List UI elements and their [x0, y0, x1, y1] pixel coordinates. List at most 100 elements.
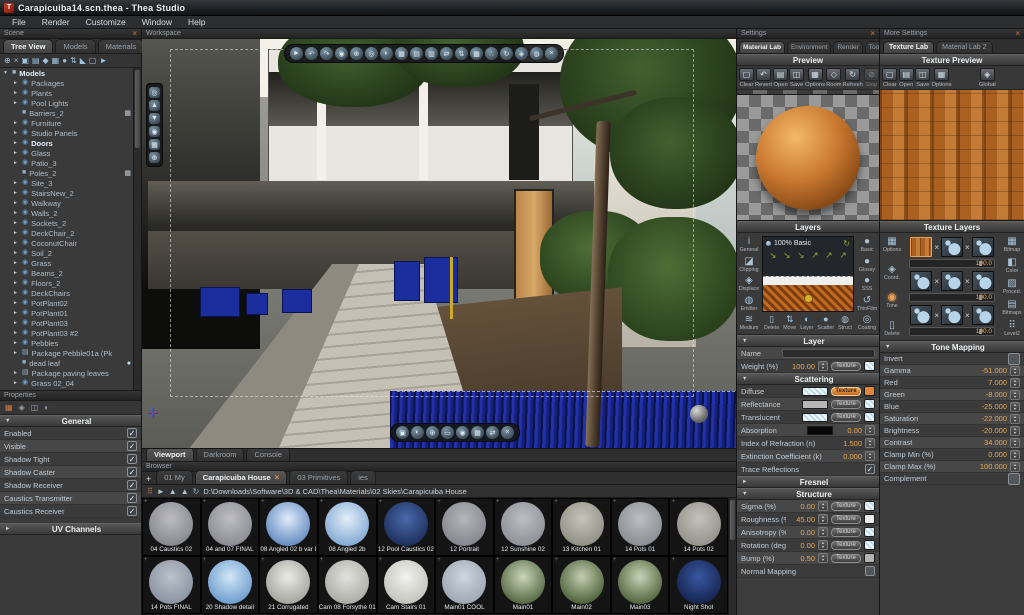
translucent-texture-chip[interactable] — [864, 412, 875, 422]
spinner[interactable]: ▴▾ — [1010, 390, 1020, 400]
tree-item[interactable]: ▼ ■ Models — [0, 68, 133, 78]
expand-arrow-icon[interactable]: ► — [13, 150, 19, 156]
tree-item[interactable]: ► ◉ Plants — [0, 88, 133, 98]
expand-arrow-icon[interactable]: ► — [13, 130, 19, 136]
expand-arrow-icon[interactable]: ► — [13, 230, 19, 236]
viewport-tool-icon[interactable]: ◎ — [365, 47, 378, 60]
settings-tab[interactable]: Tools — [865, 41, 880, 53]
spinner[interactable]: ▴▾ — [865, 425, 875, 435]
tree-item[interactable]: ► ◉ Furniture — [0, 118, 133, 128]
tree-item[interactable]: ► ◉ Packages — [0, 78, 133, 88]
workspace-tab[interactable]: Viewport — [146, 447, 194, 461]
settings-tab[interactable]: Render — [833, 41, 862, 53]
viewport-tool-icon[interactable]: ▩ — [470, 47, 483, 60]
tree-item[interactable]: ► ◉ Walkway — [0, 198, 133, 208]
layer-action-icon[interactable]: ◍ Struct — [838, 314, 852, 331]
checkbox[interactable]: ✓ — [127, 467, 137, 477]
checkbox[interactable]: ✓ — [865, 464, 875, 474]
spinner[interactable]: ▴▾ — [865, 451, 875, 461]
texture-type-icon[interactable]: ◧ Color — [1006, 257, 1019, 274]
scene-tool-icon[interactable]: ► — [99, 56, 107, 65]
browser-scrollbar[interactable] — [728, 498, 736, 615]
tree-item[interactable]: ► ◉ Studio Panels — [0, 128, 133, 138]
fresnel-section-header[interactable]: ► Fresnel — [737, 476, 879, 488]
tree-item[interactable]: ► ◉ Glass — [0, 148, 133, 158]
sky-thumbnail[interactable]: 12 Sunshine 02 — [494, 498, 553, 556]
path-tool-icon[interactable]: ↻ — [193, 487, 200, 496]
expand-arrow-icon[interactable]: ► — [13, 90, 19, 96]
viewport-tool-icon[interactable]: ▲ — [149, 100, 160, 111]
structure-section-header[interactable]: ▼ Structure — [737, 488, 879, 500]
preview-section-header[interactable]: Preview — [737, 54, 879, 66]
scene-tool-icon[interactable]: ◣ — [80, 56, 86, 65]
layer-component-icon[interactable]: ≋ Medium — [740, 314, 759, 331]
rotation-texture-button[interactable]: Texture — [831, 541, 861, 550]
diffuse-texture-button[interactable]: Texture — [831, 387, 861, 396]
properties-mode-icon[interactable]: ◫ — [31, 403, 39, 412]
viewport-tool-icon[interactable]: ◉ — [335, 47, 348, 60]
spinner[interactable]: ▴▾ — [1010, 438, 1020, 448]
viewport-tool-icon[interactable]: ⇅ — [455, 47, 468, 60]
texture-tool-button[interactable]: ◫ Save — [915, 68, 931, 88]
texture-slot[interactable] — [941, 305, 963, 325]
checkbox[interactable]: ✓ — [127, 506, 137, 516]
spinner[interactable]: ▴▾ — [1010, 378, 1020, 388]
layer-component-icon[interactable]: i General — [740, 236, 759, 253]
close-icon[interactable]: × — [870, 31, 875, 37]
spinner[interactable]: ▴▾ — [818, 361, 828, 371]
preview-tool-button[interactable]: ↻ Refresh — [843, 68, 863, 88]
layer-action-icon[interactable]: ● Scatter — [817, 314, 834, 331]
texture-layers-tool-icon[interactable]: ◈ Coord. — [884, 264, 900, 281]
layer-component-icon[interactable]: ◈ Displace — [739, 275, 759, 292]
sky-thumbnail[interactable]: Main01 — [494, 556, 553, 614]
spinner[interactable]: ▴▾ — [865, 438, 875, 448]
spinner[interactable]: ▴▾ — [818, 540, 828, 550]
expand-arrow-icon[interactable]: ► — [13, 340, 19, 346]
scene-tool-icon[interactable]: ▦ — [52, 56, 60, 65]
sky-thumbnail[interactable]: 14 Pots 01 — [611, 498, 670, 556]
tree-item[interactable]: ■ dead leaf ● — [0, 358, 133, 368]
sigma-texture-chip[interactable] — [864, 501, 875, 511]
tree-item[interactable]: ► ◉ Pebbles — [0, 338, 133, 348]
tree-item[interactable]: ► ◉ DeckChairs — [0, 288, 133, 298]
sky-thumbnail[interactable]: Cam 08 Forsythe 01 — [318, 556, 377, 614]
tree-item[interactable]: ► ◉ Sockets_2 — [0, 218, 133, 228]
viewport-tool-icon[interactable]: ◉ — [149, 126, 160, 137]
checkbox[interactable]: ✓ — [127, 480, 137, 490]
tree-scrollbar[interactable] — [133, 68, 141, 390]
viewport-tool-icon[interactable]: ∴ — [485, 47, 498, 60]
expand-arrow-icon[interactable]: ► — [13, 270, 19, 276]
sky-thumbnail[interactable]: Main02 — [552, 556, 611, 614]
tree-item[interactable]: ■ Barriers_2 ▦ — [0, 108, 133, 118]
workspace-tab[interactable]: Console — [246, 447, 290, 461]
scene-tab[interactable]: Models — [55, 39, 95, 53]
viewport-tool-icon[interactable]: ▤ — [410, 47, 423, 60]
texture-slot[interactable] — [972, 237, 994, 257]
viewport-tool-icon[interactable]: ◐ — [380, 47, 393, 60]
layers-section-header[interactable]: Layers — [737, 221, 879, 233]
anisotropy-texture-chip[interactable] — [864, 527, 875, 537]
tree-item[interactable]: ► ◉ PotPlant02 — [0, 298, 133, 308]
checkbox[interactable]: ✓ — [127, 428, 137, 438]
tree-item[interactable]: ► ◉ Site_3 — [0, 178, 133, 188]
settings-tab[interactable]: Material Lab — [739, 41, 785, 53]
add-tab-icon[interactable]: + — [146, 474, 151, 484]
preview-tool-button[interactable]: ◫ Save — [789, 68, 804, 88]
expand-arrow-icon[interactable]: ► — [13, 240, 19, 246]
tree-item[interactable]: ► ▤ Package paving leaves — [0, 368, 133, 378]
tree-item[interactable]: ► ◉ Floors_2 — [0, 278, 133, 288]
viewport-tool-icon[interactable]: ◎ — [149, 87, 160, 98]
menu-item[interactable]: Help — [180, 17, 213, 27]
viewport-tool-icon[interactable]: ⇄ — [440, 47, 453, 60]
texture-type-icon[interactable]: ▨ Proced. — [1003, 278, 1021, 295]
close-icon[interactable]: × — [1015, 31, 1020, 37]
texture-weight-slider[interactable]: 100.0 — [909, 327, 995, 336]
global-button[interactable]: ◈ Global — [953, 68, 1023, 88]
diffuse-texture-chip[interactable] — [864, 386, 875, 396]
sky-thumbnail[interactable]: Main03 — [611, 556, 670, 614]
viewport-tool-icon[interactable]: ◉ — [456, 426, 469, 439]
texture-slot[interactable] — [941, 237, 963, 257]
anisotropy-texture-button[interactable]: Texture — [831, 528, 861, 537]
preview-tool-button[interactable]: ▢ Clear — [739, 68, 754, 88]
viewport-tool-icon[interactable]: ⇄ — [486, 426, 499, 439]
